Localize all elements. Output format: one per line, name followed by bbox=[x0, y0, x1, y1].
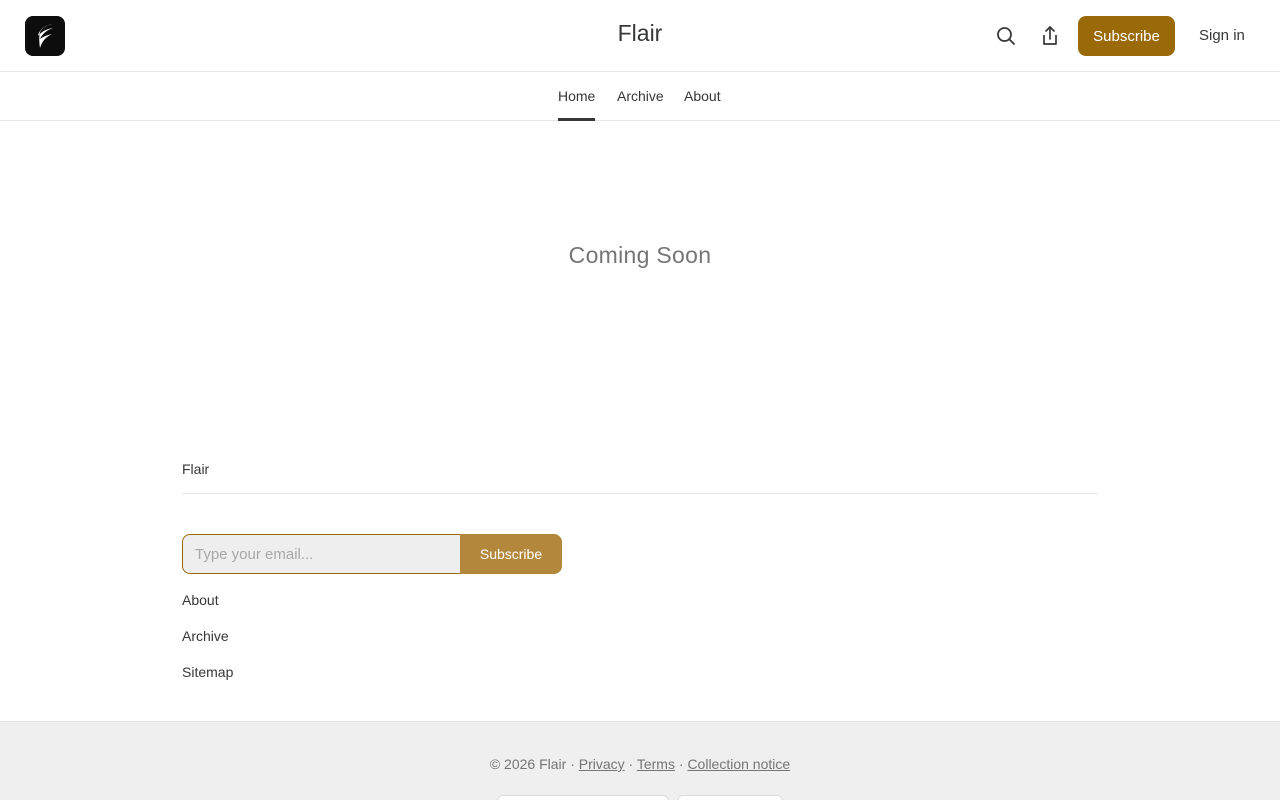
footer-link-sitemap[interactable]: Sitemap bbox=[182, 664, 233, 680]
app-store-badge[interactable] bbox=[497, 795, 669, 800]
separator: · bbox=[570, 756, 575, 772]
email-input[interactable] bbox=[182, 534, 460, 574]
terms-link[interactable]: Terms bbox=[637, 756, 675, 772]
collection-notice-link[interactable]: Collection notice bbox=[687, 756, 790, 772]
tab-archive[interactable]: Archive bbox=[617, 88, 664, 118]
top-bar: Flair Subscribe Sign in bbox=[0, 0, 1280, 72]
footer-link-about[interactable]: About bbox=[182, 592, 219, 608]
email-subscribe-form: Subscribe bbox=[182, 534, 562, 574]
email-subscribe-button[interactable]: Subscribe bbox=[460, 534, 562, 574]
subscribe-button[interactable]: Subscribe bbox=[1078, 16, 1175, 56]
nav-bar: Home Archive About bbox=[0, 72, 1280, 121]
footer-publication-name[interactable]: Flair bbox=[182, 461, 209, 477]
separator: · bbox=[678, 756, 684, 772]
share-icon[interactable] bbox=[1038, 24, 1062, 48]
separator: · bbox=[628, 756, 634, 772]
tab-home[interactable]: Home bbox=[558, 88, 596, 121]
legal-line: © 2026 Flair · Privacy · Terms · Collect… bbox=[0, 756, 1280, 772]
privacy-link[interactable]: Privacy bbox=[579, 756, 625, 772]
sign-in-link[interactable]: Sign in bbox=[1199, 27, 1245, 44]
copyright-text: © 2026 Flair bbox=[489, 756, 567, 772]
footer-link-archive[interactable]: Archive bbox=[182, 628, 229, 644]
tab-about[interactable]: About bbox=[684, 88, 721, 118]
search-icon[interactable] bbox=[994, 24, 1018, 48]
platform-badge[interactable] bbox=[677, 795, 783, 800]
legal-footer: © 2026 Flair · Privacy · Terms · Collect… bbox=[0, 721, 1280, 800]
coming-soon-message: Coming Soon bbox=[568, 242, 712, 268]
footer-divider bbox=[182, 493, 1098, 494]
